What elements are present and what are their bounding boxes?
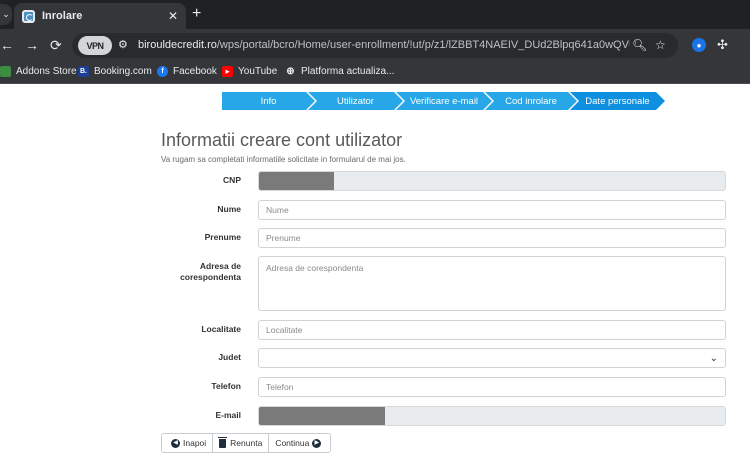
bookmark-label: Booking.com: [94, 66, 152, 77]
bookmarks-bar: Addons Store B. Booking.com f Facebook ▶…: [0, 62, 750, 84]
localitate-input[interactable]: Localitate: [258, 320, 726, 340]
bookmark-label: Platforma actualiza...: [301, 66, 395, 77]
form-actions: ◀ Inapoi Renunta Continua ▶: [161, 433, 332, 453]
step-verificare-email: Verificare e-mail: [396, 92, 492, 110]
page-subtitle: Va rugam sa completati informatiile soli…: [161, 155, 406, 164]
trash-icon: [218, 436, 228, 448]
tab-title: Inrolare: [42, 10, 83, 22]
browser-tab[interactable]: Inrolare ✕: [14, 3, 186, 29]
telefon-input[interactable]: Telefon: [258, 377, 726, 397]
wizard-steps: Info Utilizator Verificare e-mail Cod in…: [222, 92, 658, 110]
page-title: Informatii creare cont utilizator: [161, 130, 403, 150]
site-settings-icon[interactable]: ⚙: [118, 38, 128, 51]
step-utilizator: Utilizator: [308, 92, 403, 110]
bookmark-addons-store[interactable]: Addons Store: [0, 66, 77, 77]
cancel-button-label: Renunta: [230, 438, 263, 448]
zoom-search-icon[interactable]: 🔍︎: [632, 38, 647, 52]
address-bar[interactable]: VPN ⚙ birouldecredit.ro/wps/portal/bcro/…: [72, 33, 678, 58]
cnp-field: [258, 171, 726, 191]
continue-button[interactable]: Continua ▶: [268, 433, 332, 453]
telefon-label: Telefon: [211, 381, 241, 391]
email-field: [258, 406, 726, 426]
email-redacted-value: [259, 407, 385, 425]
globe-icon: ⊕: [286, 66, 295, 77]
bookmark-label: Facebook: [173, 66, 217, 77]
arrow-right-circle-icon: ▶: [312, 438, 322, 448]
bookmark-platforma[interactable]: ⊕ Platforma actualiza...: [285, 66, 394, 77]
prenume-label: Prenume: [204, 232, 241, 242]
step-info: Info: [222, 92, 315, 110]
continue-button-label: Continua: [275, 438, 310, 448]
url-host: birouldecredit.ro: [138, 39, 217, 51]
browser-toolbar: ← → ⟳ VPN ⚙ birouldecredit.ro/wps/portal…: [0, 29, 750, 62]
cnp-redacted-value: [259, 172, 334, 190]
reload-icon[interactable]: ⟳: [50, 37, 62, 53]
bookmark-label: Addons Store: [16, 66, 77, 77]
new-tab-button[interactable]: +: [192, 6, 201, 22]
chevron-down-icon: ⌄: [709, 352, 718, 364]
url-path: /wps/portal/bcro/Home/user-enrollment/!u…: [216, 39, 630, 51]
cancel-button[interactable]: Renunta: [212, 433, 270, 453]
extensions-puzzle-icon[interactable]: ✣: [717, 37, 728, 53]
youtube-icon: ▶: [222, 66, 233, 77]
step-date-personale: Date personale: [570, 92, 665, 110]
cnp-label: CNP: [223, 175, 241, 185]
back-button[interactable]: ◀ Inapoi: [161, 433, 214, 453]
facebook-icon: f: [157, 66, 168, 77]
bookmark-facebook[interactable]: f Facebook: [157, 66, 217, 77]
vpn-badge[interactable]: VPN: [78, 36, 112, 55]
bookmark-youtube[interactable]: ▶ YouTube: [222, 66, 277, 77]
site-favicon-icon: [22, 9, 35, 23]
adresa-label: Adresa de corespondenta: [180, 261, 241, 282]
nume-input[interactable]: Nume: [258, 200, 726, 220]
bookmark-star-icon[interactable]: ☆: [655, 38, 666, 52]
back-arrow-icon[interactable]: ←: [0, 37, 14, 53]
localitate-label: Localitate: [201, 324, 241, 334]
arrow-left-circle-icon: ◀: [171, 438, 180, 448]
email-label: E-mail: [215, 410, 241, 420]
judet-select[interactable]: ⌄: [258, 348, 726, 368]
adresa-textarea[interactable]: Adresa de corespondenta: [258, 256, 726, 311]
bookmark-label: YouTube: [238, 66, 278, 77]
addons-store-icon: [0, 66, 11, 77]
judet-label: Judet: [218, 352, 241, 362]
tab-strip: ⌄ Inrolare ✕ +: [0, 0, 750, 29]
bookmark-booking[interactable]: B. Booking.com: [78, 66, 152, 77]
tab-close-icon[interactable]: ✕: [168, 10, 178, 22]
step-cod-inrolare: Cod inrolare: [485, 92, 577, 110]
extension-shield-icon[interactable]: ●: [692, 38, 706, 52]
url-text[interactable]: birouldecredit.ro/wps/portal/bcro/Home/u…: [138, 39, 630, 51]
prenume-input[interactable]: Prenume: [258, 228, 726, 248]
nume-label: Nume: [217, 204, 241, 214]
booking-icon: B.: [78, 66, 89, 77]
back-button-label: Inapoi: [183, 438, 207, 448]
tab-search-chevron-icon[interactable]: ⌄: [0, 4, 12, 25]
forward-arrow-icon[interactable]: →: [25, 37, 39, 53]
